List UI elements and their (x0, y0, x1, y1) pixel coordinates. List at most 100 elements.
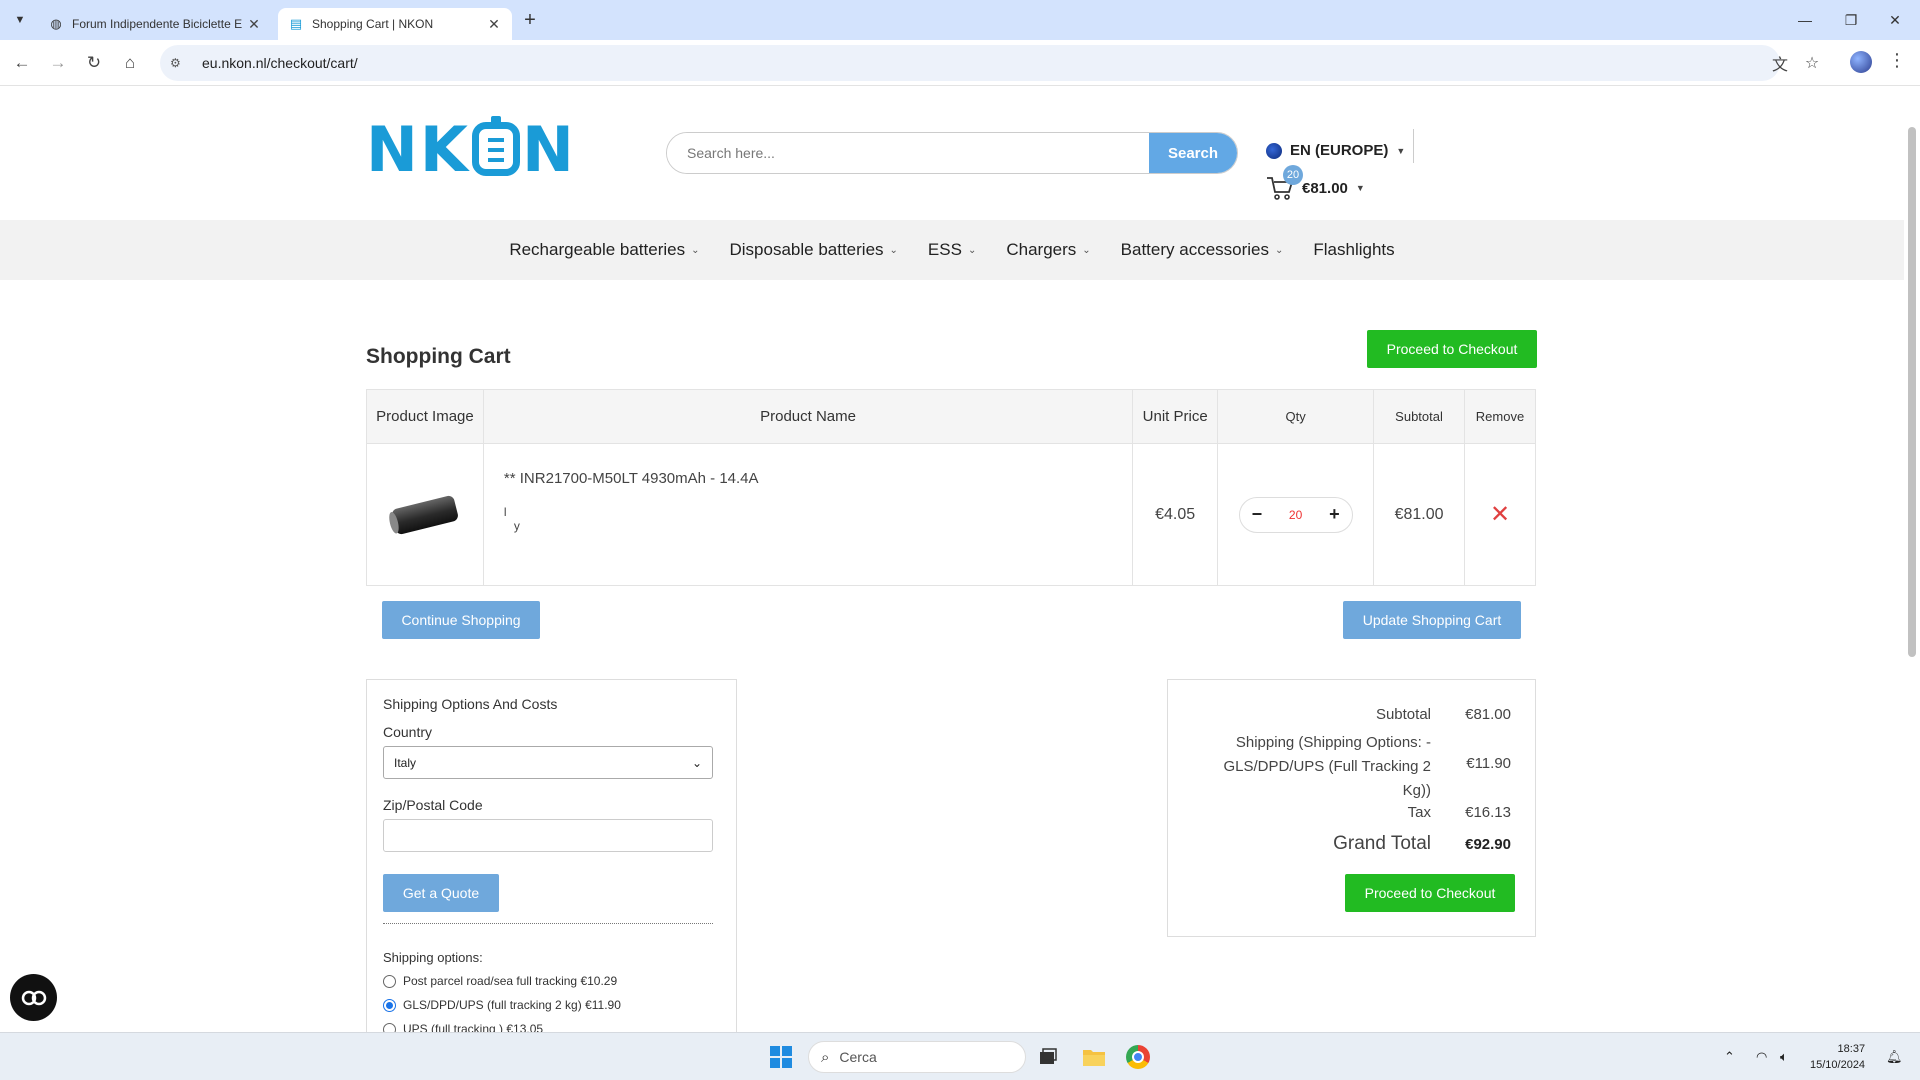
site-info-icon[interactable]: ⚙ (170, 56, 190, 70)
continue-shopping-button[interactable]: Continue Shopping (382, 601, 540, 639)
shipping-heading: Shipping Options And Costs (383, 696, 558, 712)
page-scrollbar[interactable] (1904, 87, 1920, 1032)
product-image[interactable] (390, 494, 460, 535)
subtotal-row: Subtotal €81.00 (1211, 706, 1511, 723)
scrollbar-thumb[interactable] (1908, 127, 1916, 657)
nav-label: Flashlights (1313, 240, 1395, 259)
shipping-option[interactable]: Post parcel road/sea full tracking €10.2… (383, 974, 617, 988)
search-input[interactable] (667, 133, 1149, 173)
profile-avatar[interactable] (1850, 51, 1872, 73)
grand-total-label: Grand Total (1333, 833, 1431, 854)
close-tab-icon[interactable]: ✕ (486, 16, 502, 33)
notification-bell-icon[interactable]: 🔔︎ (1886, 1049, 1903, 1065)
option-price: €13.05 (506, 1022, 544, 1032)
column-header: Qty (1217, 389, 1375, 444)
product-image-cell (366, 443, 484, 586)
chrome-icon[interactable] (1124, 1043, 1152, 1071)
url-text: eu.nkon.nl/checkout/cart/ (202, 55, 358, 71)
chevron-down-icon: ⌄ (691, 755, 702, 770)
shipping-option[interactable]: UPS (full tracking ) €13.05 (383, 1022, 543, 1032)
update-cart-button[interactable]: Update Shopping Cart (1343, 601, 1521, 639)
windows-start-icon[interactable] (770, 1046, 792, 1068)
cart-icon: 20 (1266, 165, 1303, 201)
nav-label: Chargers (1006, 240, 1077, 259)
country-select[interactable]: Italy ⌄ (383, 746, 713, 779)
radio-button[interactable] (383, 998, 396, 1012)
site-search: Search (666, 132, 1238, 174)
translate-icon[interactable]: 文 (1766, 49, 1794, 77)
task-view-icon[interactable] (1034, 1043, 1062, 1071)
battery-logo-icon (471, 116, 520, 176)
page-title: Shopping Cart (366, 345, 511, 368)
caret-down-icon: ▼ (1355, 183, 1365, 193)
plus-icon[interactable]: + (1329, 504, 1340, 525)
search-button[interactable]: Search (1149, 133, 1237, 173)
get-quote-button[interactable]: Get a Quote (383, 874, 499, 912)
shipping-option[interactable]: GLS/DPD/UPS (full tracking 2 kg) €11.90 (383, 998, 621, 1012)
minus-icon[interactable]: − (1252, 504, 1263, 525)
nkon-logo[interactable]: NK N (366, 113, 576, 186)
close-tab-icon[interactable]: ✕ (246, 16, 262, 33)
new-tab-plus-icon[interactable]: + (518, 8, 542, 32)
minimize-icon[interactable]: — (1790, 6, 1820, 34)
tab-title: Forum Indipendente Biciclette E (72, 17, 243, 31)
nav-label: ESS (927, 240, 962, 259)
taskbar-clock[interactable]: 18:37 15/10/2024 (1810, 1041, 1865, 1073)
nav-item-disposable[interactable]: Disposable batteries ⌄ (730, 240, 898, 260)
table-row: ** INR21700-M50LT 4930mAh - 14.4A l y €4… (366, 443, 1536, 586)
browser-tab-forum[interactable]: ◍ Forum Indipendente Biciclette E ✕ (38, 8, 272, 40)
windows-taskbar: ⌕ Cerca ⌃ ◠ 🔈︎ 18:37 15/10/2024 🔔︎ (0, 1032, 1920, 1080)
tab-search-chevron-icon[interactable]: ▼ (8, 8, 32, 32)
nav-item-chargers[interactable]: Chargers ⌄ (1006, 240, 1090, 260)
grand-total-value: €92.90 (1465, 835, 1511, 853)
nav-item-rechargeable[interactable]: Rechargeable batteries ⌄ (509, 240, 699, 260)
browser-tab-cart[interactable]: ▤ Shopping Cart | NKON ✕ (278, 8, 512, 40)
taskbar-search[interactable]: ⌕ Cerca (808, 1041, 1026, 1073)
restore-icon[interactable]: ❐ (1836, 6, 1866, 34)
proceed-to-checkout-top-button[interactable]: Proceed to Checkout (1367, 330, 1537, 368)
table-header-row: Product Image Product Name Unit Price Qt… (366, 389, 1536, 444)
product-name-link[interactable]: ** INR21700-M50LT 4930mAh - 14.4A (504, 470, 1112, 487)
shipping-value: €11.90 (1466, 755, 1511, 772)
mini-cart[interactable]: 20 €81.00 ▼ (1266, 165, 1365, 201)
radio-button[interactable] (383, 1022, 396, 1032)
option-label: UPS (full tracking ) (403, 1022, 504, 1032)
zip-input[interactable] (383, 819, 713, 852)
quantity-input[interactable]: 20 (1289, 508, 1302, 522)
flag-globe-icon (1266, 142, 1282, 159)
tax-row: Tax €16.13 (1211, 804, 1511, 821)
nav-item-flashlights[interactable]: Flashlights (1313, 240, 1394, 260)
nav-item-accessories[interactable]: Battery accessories ⌄ (1121, 240, 1284, 260)
volume-icon[interactable]: 🔈︎ (1780, 1049, 1788, 1065)
reload-icon[interactable]: ↻ (80, 49, 108, 77)
file-explorer-icon[interactable] (1080, 1043, 1108, 1071)
nav-item-ess[interactable]: ESS ⌄ (928, 240, 976, 260)
chat-widget-icon[interactable] (10, 974, 57, 1021)
tax-value: €16.13 (1465, 804, 1511, 821)
language-selector[interactable]: EN (EUROPE) ▼ (1266, 142, 1405, 159)
browser-tab-bar: ▼ ◍ Forum Indipendente Biciclette E ✕ ▤ … (0, 0, 1920, 40)
cart-table: Product Image Product Name Unit Price Qt… (366, 389, 1536, 586)
qty-cell: − 20 + (1217, 443, 1375, 586)
wifi-icon[interactable]: ◠ (1756, 1049, 1767, 1065)
home-icon[interactable]: ⌂ (116, 49, 144, 77)
back-arrow-icon[interactable]: ← (8, 49, 36, 77)
shipping-estimator: Shipping Options And Costs Country Italy… (366, 679, 737, 1032)
browser-menu-icon[interactable]: ⋮ (1888, 50, 1906, 71)
globe-icon: ◍ (50, 16, 62, 31)
clock-time: 18:37 (1837, 1043, 1866, 1055)
remove-cell: ✕ (1464, 443, 1536, 586)
address-bar[interactable]: ⚙ eu.nkon.nl/checkout/cart/ (160, 45, 1780, 81)
caret-down-icon: ▼ (1396, 145, 1406, 156)
proceed-to-checkout-bottom-button[interactable]: Proceed to Checkout (1345, 874, 1515, 912)
subtotal-label: Subtotal (1375, 706, 1431, 723)
bookmark-star-icon[interactable]: ☆ (1798, 49, 1826, 77)
window-close-icon[interactable]: ✕ (1880, 6, 1910, 34)
language-label: EN (EUROPE) (1290, 142, 1389, 159)
option-price: €10.29 (580, 974, 618, 988)
shipping-row: Shipping (Shipping Options: - GLS/DPD/UP… (1211, 731, 1511, 803)
forward-arrow-icon[interactable]: → (44, 49, 72, 77)
remove-item-icon[interactable]: ✕ (1490, 501, 1510, 528)
tray-chevron-up-icon[interactable]: ⌃ (1724, 1049, 1735, 1065)
radio-button[interactable] (383, 974, 396, 988)
